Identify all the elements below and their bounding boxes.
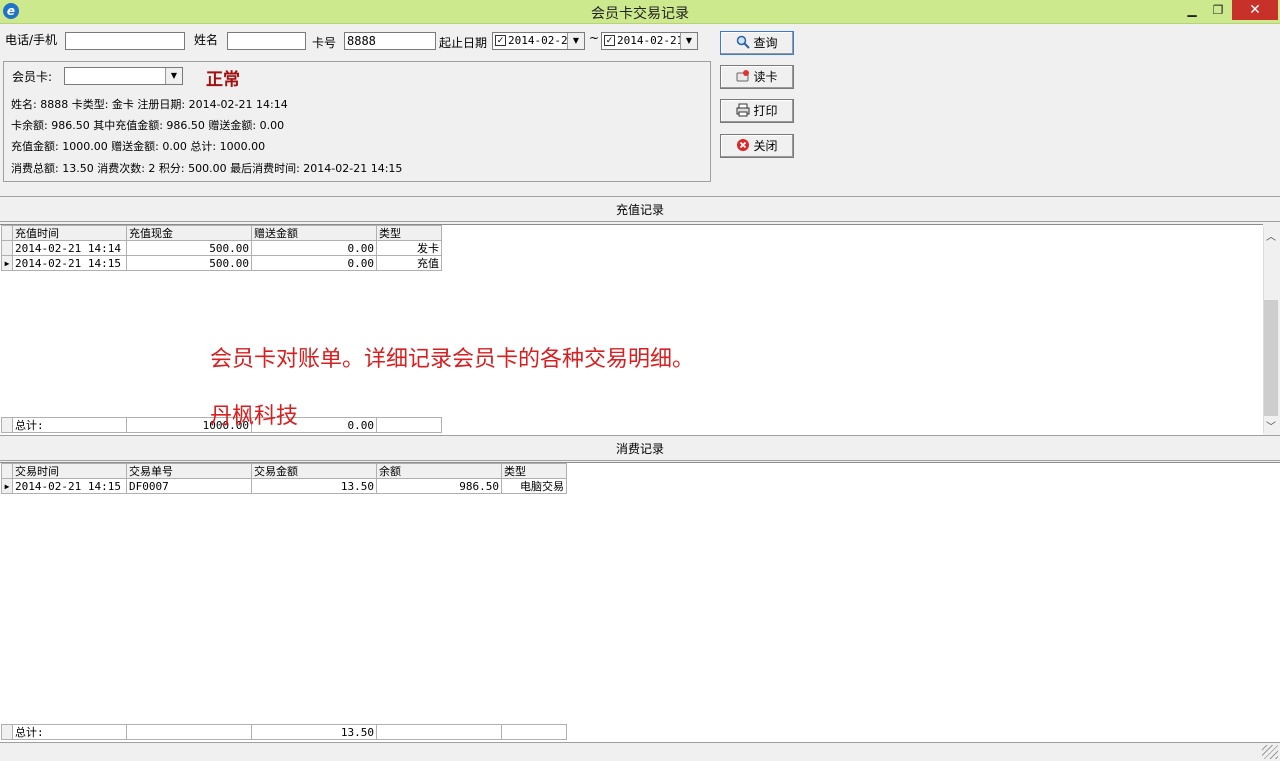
query-button-label: 查询 (753, 36, 778, 50)
restore-icon[interactable]: ❐ (1204, 0, 1232, 20)
table-header-row: 充值时间 充值现金 赠送金额 类型 (1, 225, 442, 241)
consume-table: 交易时间 交易单号 交易金额 余额 类型 ▶ 2014-02-21 14:15 … (1, 463, 567, 494)
member-card-select[interactable]: ▼ (64, 67, 183, 85)
footer-cell (376, 417, 442, 433)
column-header[interactable]: 类型 (376, 225, 442, 241)
column-header[interactable]: 余额 (376, 463, 502, 479)
row-indicator (1, 240, 13, 256)
table-footer-row: 总计: 13.50 (1, 724, 567, 740)
card-info-line1: 姓名: 8888 卡类型: 金卡 注册日期: 2014-02-21 14:14 (11, 98, 288, 111)
scrollbar-thumb[interactable] (1264, 300, 1278, 416)
title-bar: e 会员卡交易记录 ▁ ❐ ✕ (0, 0, 1280, 24)
name-input[interactable] (227, 32, 306, 50)
overlay-caption: 会员卡对账单。详细记录会员卡的各种交易明细。 (210, 347, 695, 372)
scroll-down-icon[interactable]: ﹀ (1263, 418, 1279, 433)
card-number-label: 卡号 (312, 36, 337, 50)
table-cell[interactable]: 电脑交易 (501, 478, 567, 494)
table-cell[interactable]: 0.00 (251, 240, 377, 256)
date-to-value: 2014-02-21 (617, 34, 684, 47)
date-from-checkbox[interactable]: ✓ (495, 35, 506, 46)
table-cell[interactable]: 2014-02-21 14:15 (12, 255, 127, 271)
chevron-down-icon[interactable]: ▼ (567, 33, 584, 49)
table-cell[interactable]: DF0007 (126, 478, 252, 494)
row-indicator (1, 225, 13, 241)
footer-cell (376, 724, 502, 740)
table-row[interactable]: 2014-02-21 14:14 500.00 0.00 发卡 (1, 240, 442, 256)
printer-icon (736, 103, 750, 117)
date-separator: ~ (589, 31, 600, 45)
date-to-picker[interactable]: ✓ 2014-02-21 ▼ (601, 32, 698, 50)
recharge-section-title: 充值记录 (0, 196, 1280, 222)
table-cell[interactable]: 13.50 (251, 478, 377, 494)
column-header[interactable]: 赠送金额 (251, 225, 377, 241)
table-row[interactable]: ▶ 2014-02-21 14:15 500.00 0.00 充值 (1, 255, 442, 271)
footer-cell: 13.50 (251, 724, 377, 740)
read-card-button[interactable]: 读卡 (720, 65, 794, 89)
read-card-button-label: 读卡 (753, 70, 778, 84)
table-cell[interactable]: 0.00 (251, 255, 377, 271)
window-title: 会员卡交易记录 (591, 6, 689, 22)
consume-grid-area (0, 462, 1280, 742)
footer-cell (126, 724, 252, 740)
footer-cell (501, 724, 567, 740)
table-cell[interactable]: 发卡 (376, 240, 442, 256)
overlay-company: 丹枫科技 (210, 404, 299, 429)
table-cell[interactable]: 500.00 (126, 255, 252, 271)
card-info-line4: 消费总额: 13.50 消费次数: 2 积分: 500.00 最后消费时间: 2… (11, 162, 403, 175)
chevron-down-icon[interactable]: ▼ (165, 68, 182, 84)
close-icon (737, 139, 750, 151)
table-cell[interactable]: 充值 (376, 255, 442, 271)
row-indicator (1, 463, 13, 479)
consume-footer: 总计: 13.50 (1, 724, 567, 740)
close-button-label: 关闭 (753, 139, 778, 153)
print-button-label: 打印 (753, 104, 778, 118)
table-row[interactable]: ▶ 2014-02-21 14:15 DF0007 13.50 986.50 电… (1, 478, 567, 494)
date-from-value: 2014-02-20 (508, 34, 575, 47)
table-cell[interactable]: 2014-02-21 14:14 (12, 240, 127, 256)
date-to-checkbox[interactable]: ✓ (604, 35, 615, 46)
name-label: 姓名 (194, 33, 219, 47)
row-indicator (1, 417, 13, 433)
row-indicator (1, 724, 13, 740)
card-status: 正常 (206, 70, 240, 90)
column-header[interactable]: 充值现金 (126, 225, 252, 241)
member-card-label: 会员卡: (12, 70, 53, 84)
query-button[interactable]: 查询 (720, 31, 794, 55)
card-reader-icon (736, 70, 750, 82)
scroll-up-icon[interactable]: ︿ (1263, 228, 1279, 243)
minimize-icon[interactable]: ▁ (1178, 0, 1206, 20)
column-header[interactable]: 交易单号 (126, 463, 252, 479)
table-header-row: 交易时间 交易单号 交易金额 余额 类型 (1, 463, 567, 479)
magnifier-icon (737, 35, 751, 49)
recharge-table: 充值时间 充值现金 赠送金额 类型 2014-02-21 14:14 500.0… (1, 225, 442, 271)
close-button[interactable]: 关闭 (720, 134, 794, 158)
footer-cell: 总计: (12, 724, 127, 740)
current-row-arrow-icon: ▶ (1, 255, 13, 271)
status-bar (0, 742, 1280, 761)
resize-grip-icon[interactable] (1262, 745, 1278, 759)
consume-section-title: 消费记录 (0, 435, 1280, 461)
footer-cell: 总计: (12, 417, 127, 433)
phone-input[interactable] (65, 32, 185, 50)
column-header[interactable]: 交易时间 (12, 463, 127, 479)
date-from-picker[interactable]: ✓ 2014-02-20 ▼ (492, 32, 585, 50)
date-range-label: 起止日期 (439, 36, 488, 50)
card-info-line3: 充值金额: 1000.00 赠送金额: 0.00 总计: 1000.00 (11, 140, 266, 153)
table-cell[interactable]: 2014-02-21 14:15 (12, 478, 127, 494)
column-header[interactable]: 充值时间 (12, 225, 127, 241)
column-header[interactable]: 类型 (501, 463, 567, 479)
card-info-line2: 卡余额: 986.50 其中充值金额: 986.50 赠送金额: 0.00 (11, 119, 285, 132)
table-cell[interactable]: 500.00 (126, 240, 252, 256)
phone-label: 电话/手机 (5, 33, 58, 47)
chevron-down-icon[interactable]: ▼ (680, 33, 697, 49)
column-header[interactable]: 交易金额 (251, 463, 377, 479)
window-close-icon[interactable]: ✕ (1232, 0, 1278, 20)
card-number-input[interactable] (344, 32, 436, 50)
table-cell[interactable]: 986.50 (376, 478, 502, 494)
current-row-arrow-icon: ▶ (1, 478, 13, 494)
print-button[interactable]: 打印 (720, 99, 794, 123)
